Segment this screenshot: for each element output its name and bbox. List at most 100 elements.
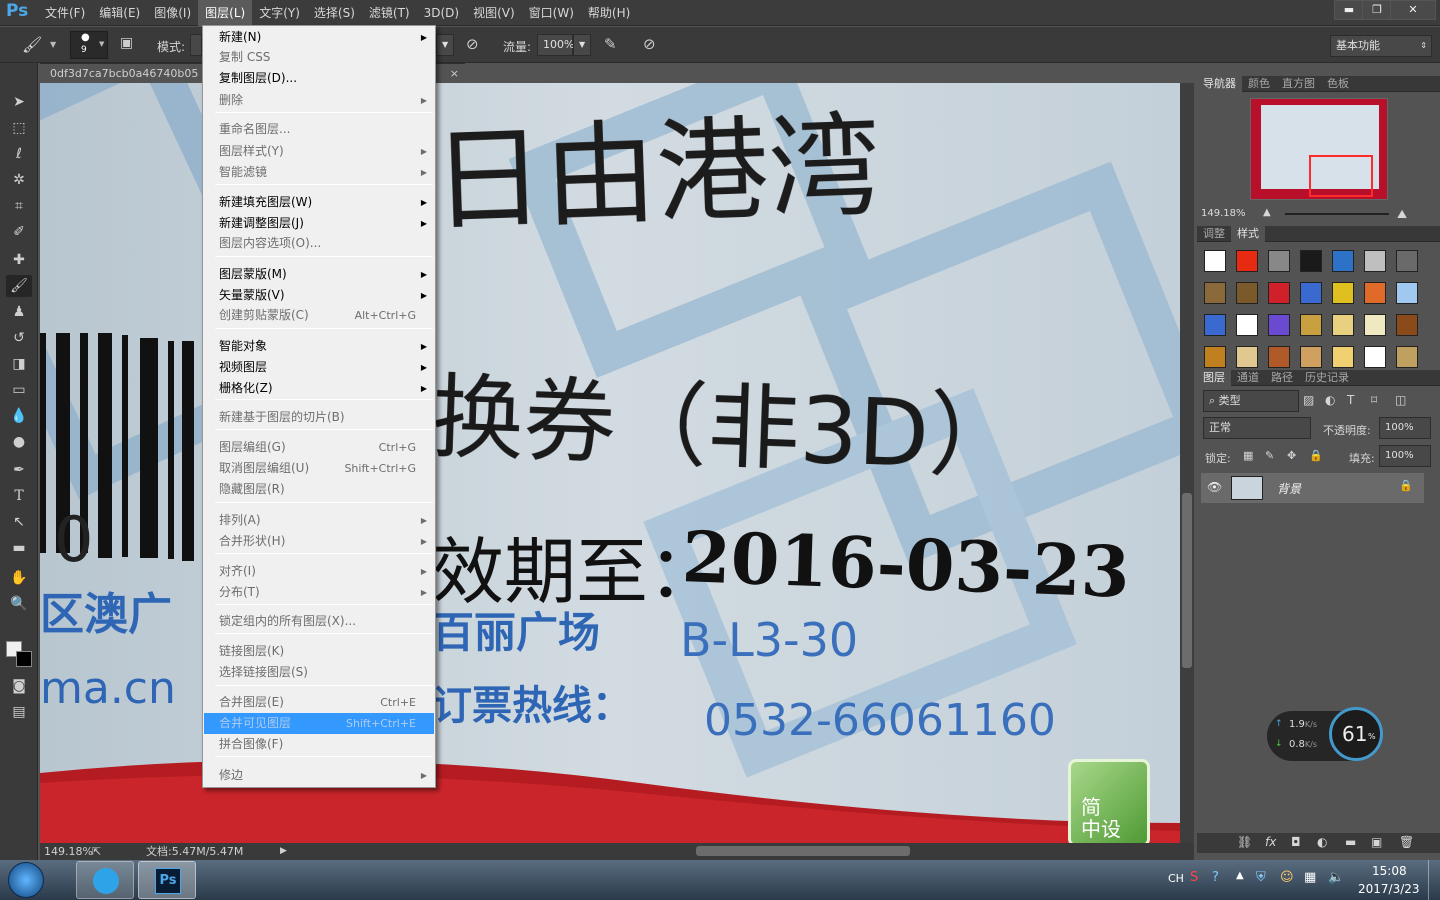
minimize-button[interactable]: ▬	[1334, 0, 1364, 20]
lock-pixels-icon[interactable]: ▦	[1243, 449, 1253, 462]
qq-icon[interactable]: ☺	[1280, 870, 1294, 885]
layer-menu-item[interactable]: 视频图层 ▶	[204, 357, 434, 378]
layer-name[interactable]: 背景	[1277, 480, 1301, 497]
layer-menu-item[interactable]: 排列(A) ▶	[204, 510, 434, 531]
sogou-icon[interactable]: S	[1190, 870, 1198, 885]
vertical-scroll-thumb[interactable]	[1182, 493, 1192, 668]
blend-mode-select[interactable]: 正常	[1203, 417, 1311, 439]
fill-input[interactable]: 100%	[1379, 445, 1431, 467]
layers-tab-1[interactable]: 通道	[1231, 370, 1265, 386]
navigator-tab-2[interactable]: 直方图	[1276, 76, 1321, 92]
style-swatch[interactable]	[1332, 250, 1354, 272]
layer-menu-item[interactable]: 重命名图层...	[204, 119, 434, 140]
zoom-in-icon[interactable]: ⛰	[1397, 207, 1407, 222]
menu-6[interactable]: 滤镜(T)	[362, 0, 417, 26]
network-icon[interactable]: ▦	[1304, 870, 1316, 885]
brush-preset-picker[interactable]: ● 9 ▼	[70, 31, 108, 59]
layer-menu-item[interactable]: 图层内容选项(O)...	[204, 233, 434, 254]
navigator-zoom[interactable]: 149.18%	[1201, 208, 1246, 219]
layer-menu-item[interactable]: 锁定组内的所有图层(X)...	[204, 611, 434, 632]
delete-layer-icon[interactable]: 🗑	[1399, 835, 1414, 849]
history-brush-tool-icon[interactable]: ↺	[6, 327, 32, 349]
lasso-tool-icon[interactable]: ℓ	[6, 143, 32, 165]
style-swatch[interactable]	[1204, 346, 1226, 368]
style-swatch[interactable]	[1396, 282, 1418, 304]
style-swatch[interactable]	[1364, 250, 1386, 272]
style-swatch[interactable]	[1268, 346, 1290, 368]
healing-brush-tool-icon[interactable]: ✚	[6, 249, 32, 271]
menu-0[interactable]: 文件(F)	[38, 0, 92, 26]
adjustment-layer-icon[interactable]: ◐	[1317, 835, 1327, 849]
style-swatch[interactable]	[1300, 314, 1322, 336]
layer-menu-item[interactable]: 栅格化(Z) ▶	[204, 378, 434, 399]
hand-tool-icon[interactable]: ✋	[6, 567, 32, 589]
layer-menu-item[interactable]: 复制 CSS	[204, 47, 434, 68]
new-layer-icon[interactable]: ▣	[1371, 835, 1382, 849]
menu-9[interactable]: 窗口(W)	[522, 0, 581, 26]
style-swatch[interactable]	[1268, 282, 1290, 304]
style-swatch[interactable]	[1268, 314, 1290, 336]
style-swatch[interactable]	[1204, 282, 1226, 304]
brush-panel-icon[interactable]: ▣	[120, 35, 133, 51]
navigator-tab-0[interactable]: 导航器	[1197, 76, 1242, 92]
flow-dropdown[interactable]: ▼	[573, 34, 591, 56]
shape-tool-icon[interactable]: ▬	[6, 537, 32, 559]
style-swatch[interactable]	[1364, 346, 1386, 368]
style-swatch[interactable]	[1204, 250, 1226, 272]
zoom-out-icon[interactable]: ▲	[1263, 207, 1271, 218]
layer-menu-item[interactable]: 合并可见图层 Shift+Ctrl+E	[204, 713, 434, 734]
layer-menu-item[interactable]: 智能滤镜 ▶	[204, 162, 434, 183]
pressure-size-icon[interactable]: ⊘	[643, 35, 656, 53]
filter-pixel-icon[interactable]: ▨	[1303, 393, 1314, 407]
path-select-tool-icon[interactable]: ↖	[6, 511, 32, 533]
menu-4[interactable]: 文字(Y)	[252, 0, 307, 26]
eraser-tool-icon[interactable]: ◨	[6, 353, 32, 375]
styles-tab-0[interactable]: 调整	[1197, 226, 1231, 242]
dodge-tool-icon[interactable]: ●	[6, 431, 32, 453]
layers-tab-0[interactable]: 图层	[1197, 370, 1231, 386]
layer-menu-item[interactable]: 图层蒙版(M) ▶	[204, 264, 434, 285]
opacity-input[interactable]: 100%	[1379, 417, 1431, 439]
volume-icon[interactable]: 🔈	[1328, 870, 1344, 885]
layer-menu-item[interactable]: 链接图层(K)	[204, 641, 434, 662]
menu-2[interactable]: 图像(I)	[147, 0, 198, 26]
tray-expand-icon[interactable]: ▲	[1236, 870, 1244, 881]
airbrush-icon[interactable]: ✎	[604, 35, 617, 53]
clock-date[interactable]: 2017/3/23	[1358, 882, 1420, 896]
style-swatch[interactable]	[1332, 346, 1354, 368]
workspace-select[interactable]: 基本功能 ⇕	[1330, 35, 1432, 57]
menu-1[interactable]: 编辑(E)	[92, 0, 147, 26]
chevron-down-icon[interactable]: ▼	[50, 40, 56, 49]
style-swatch[interactable]	[1236, 314, 1258, 336]
layer-filter-select[interactable]: ⌕ 类型	[1203, 390, 1299, 412]
tab-close-icon[interactable]: ×	[450, 64, 459, 84]
menu-3[interactable]: 图层(L)	[198, 0, 253, 26]
brush-tool-icon[interactable]: 🖌	[22, 35, 42, 54]
layer-menu-item[interactable]: 删除 ▶	[204, 90, 434, 111]
link-layers-icon[interactable]: ⛓	[1237, 835, 1252, 849]
style-swatch[interactable]	[1236, 282, 1258, 304]
navigator-tab-1[interactable]: 颜色	[1242, 76, 1276, 92]
layer-menu-item[interactable]: 合并形状(H) ▶	[204, 531, 434, 552]
navigator-preview[interactable]	[1250, 98, 1388, 200]
blur-tool-icon[interactable]: 💧	[6, 405, 32, 427]
layer-menu-item[interactable]: 合并图层(E) Ctrl+E	[204, 692, 434, 713]
help-icon[interactable]: ?	[1212, 870, 1219, 885]
filter-smart-icon[interactable]: ◫	[1395, 393, 1406, 407]
layer-row-background[interactable]: 👁 背景 🔒	[1201, 473, 1424, 503]
layer-menu-item[interactable]: 隐藏图层(R)	[204, 479, 434, 500]
pressure-opacity-icon[interactable]: ⊘	[466, 35, 479, 53]
quick-mask-icon[interactable]: ◙	[6, 675, 32, 697]
export-icon[interactable]: ⇱	[92, 843, 101, 860]
layer-menu-item[interactable]: 矢量蒙版(V) ▶	[204, 285, 434, 306]
layer-menu-item[interactable]: 分布(T) ▶	[204, 582, 434, 603]
marquee-tool-icon[interactable]: ⬚	[6, 117, 32, 139]
screen-mode-icon[interactable]: ▤	[6, 701, 32, 723]
type-tool-icon[interactable]: T	[6, 485, 32, 507]
visibility-eye-icon[interactable]: 👁	[1207, 480, 1222, 494]
menu-10[interactable]: 帮助(H)	[581, 0, 637, 26]
start-button[interactable]	[8, 862, 44, 898]
layer-menu-item[interactable]: 新建(N) ▶	[204, 27, 434, 48]
layer-menu-item[interactable]: 智能对象 ▶	[204, 336, 434, 357]
eyedropper-tool-icon[interactable]: ✐	[6, 221, 32, 243]
